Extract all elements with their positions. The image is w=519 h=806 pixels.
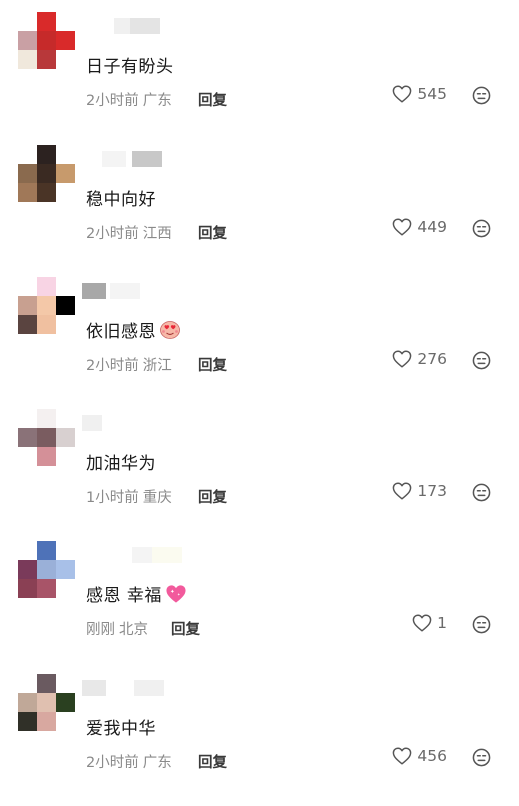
meh-face-icon (472, 748, 491, 771)
comment-text: 日子有盼头 (86, 57, 174, 77)
avatar[interactable] (18, 409, 76, 467)
like-button[interactable]: 1 (412, 614, 447, 632)
meh-face-icon (472, 219, 491, 242)
sparkling-heart-icon (165, 584, 187, 609)
comment-time: 1小时前 (86, 490, 139, 506)
dislike-button[interactable] (472, 351, 491, 374)
comment-meta: 2小时前 广东 (86, 89, 172, 110)
comment-meta: 刚刚 北京 (86, 618, 148, 639)
dislike-button[interactable] (472, 615, 491, 638)
comment-text: 加油华为 (86, 454, 156, 474)
dislike-button[interactable] (472, 748, 491, 771)
heart-icon (392, 85, 412, 103)
like-count: 456 (417, 747, 447, 765)
comment-item: 爱我中华 2小时前 广东 回复 456 (0, 674, 519, 806)
comment-item: 稳中向好 2小时前 江西 回复 449 (0, 145, 519, 277)
like-count: 449 (417, 218, 447, 236)
heart-icon (392, 350, 412, 368)
comment-meta: 1小时前 重庆 (86, 486, 172, 507)
heart-icon (412, 614, 432, 632)
avatar[interactable] (18, 12, 76, 70)
comment-location: 北京 (119, 622, 148, 638)
like-button[interactable]: 456 (392, 747, 447, 765)
like-count: 1 (437, 614, 447, 632)
comment-text: 稳中向好 (86, 190, 156, 210)
avatar[interactable] (18, 541, 76, 599)
heart-icon (392, 218, 412, 236)
avatar[interactable] (18, 674, 76, 732)
like-count: 173 (417, 482, 447, 500)
comment-location: 广东 (142, 93, 172, 109)
comment-text: 依旧感恩 (86, 317, 181, 345)
meh-face-icon (472, 483, 491, 506)
like-button[interactable]: 276 (392, 350, 447, 368)
comment-time: 2小时前 (86, 358, 139, 374)
like-button[interactable]: 173 (392, 482, 447, 500)
comment-location: 江西 (142, 226, 172, 242)
comment-time: 2小时前 (86, 226, 139, 242)
comment-item: 日子有盼头 2小时前 广东 回复 545 (0, 12, 519, 144)
meh-face-icon (472, 351, 491, 374)
comment-item: 依旧感恩 2小时前 浙江 回复 276 (0, 277, 519, 409)
comment-meta: 2小时前 广东 (86, 751, 172, 772)
avatar[interactable] (18, 277, 76, 335)
comment-location: 重庆 (142, 490, 172, 506)
comment-item: 加油华为 1小时前 重庆 回复 173 (0, 409, 519, 541)
comment-time: 2小时前 (86, 755, 139, 771)
comment-text: 爱我中华 (86, 719, 156, 739)
face-with-heart-eyes-icon (159, 318, 181, 345)
dislike-button[interactable] (472, 483, 491, 506)
dislike-button[interactable] (472, 219, 491, 242)
heart-icon (392, 482, 412, 500)
like-button[interactable]: 545 (392, 85, 447, 103)
like-count: 545 (417, 85, 447, 103)
comment-meta: 2小时前 江西 (86, 222, 172, 243)
reply-button[interactable]: 回复 (198, 354, 227, 375)
comment-text: 感恩 幸福 (86, 581, 187, 609)
reply-button[interactable]: 回复 (171, 618, 200, 639)
heart-icon (392, 747, 412, 765)
reply-button[interactable]: 回复 (198, 89, 227, 110)
comment-item: 感恩 幸福刚刚 北京 回复 1 (0, 541, 519, 673)
like-count: 276 (417, 350, 447, 368)
like-button[interactable]: 449 (392, 218, 447, 236)
comment-time: 刚刚 (86, 622, 115, 638)
comment-time: 2小时前 (86, 93, 139, 109)
reply-button[interactable]: 回复 (198, 486, 227, 507)
meh-face-icon (472, 86, 491, 109)
reply-button[interactable]: 回复 (198, 222, 227, 243)
comment-location: 广东 (142, 755, 172, 771)
meh-face-icon (472, 615, 491, 638)
comment-location: 浙江 (142, 358, 172, 374)
comment-meta: 2小时前 浙江 (86, 354, 172, 375)
reply-button[interactable]: 回复 (198, 751, 227, 772)
avatar[interactable] (18, 145, 76, 203)
dislike-button[interactable] (472, 86, 491, 109)
